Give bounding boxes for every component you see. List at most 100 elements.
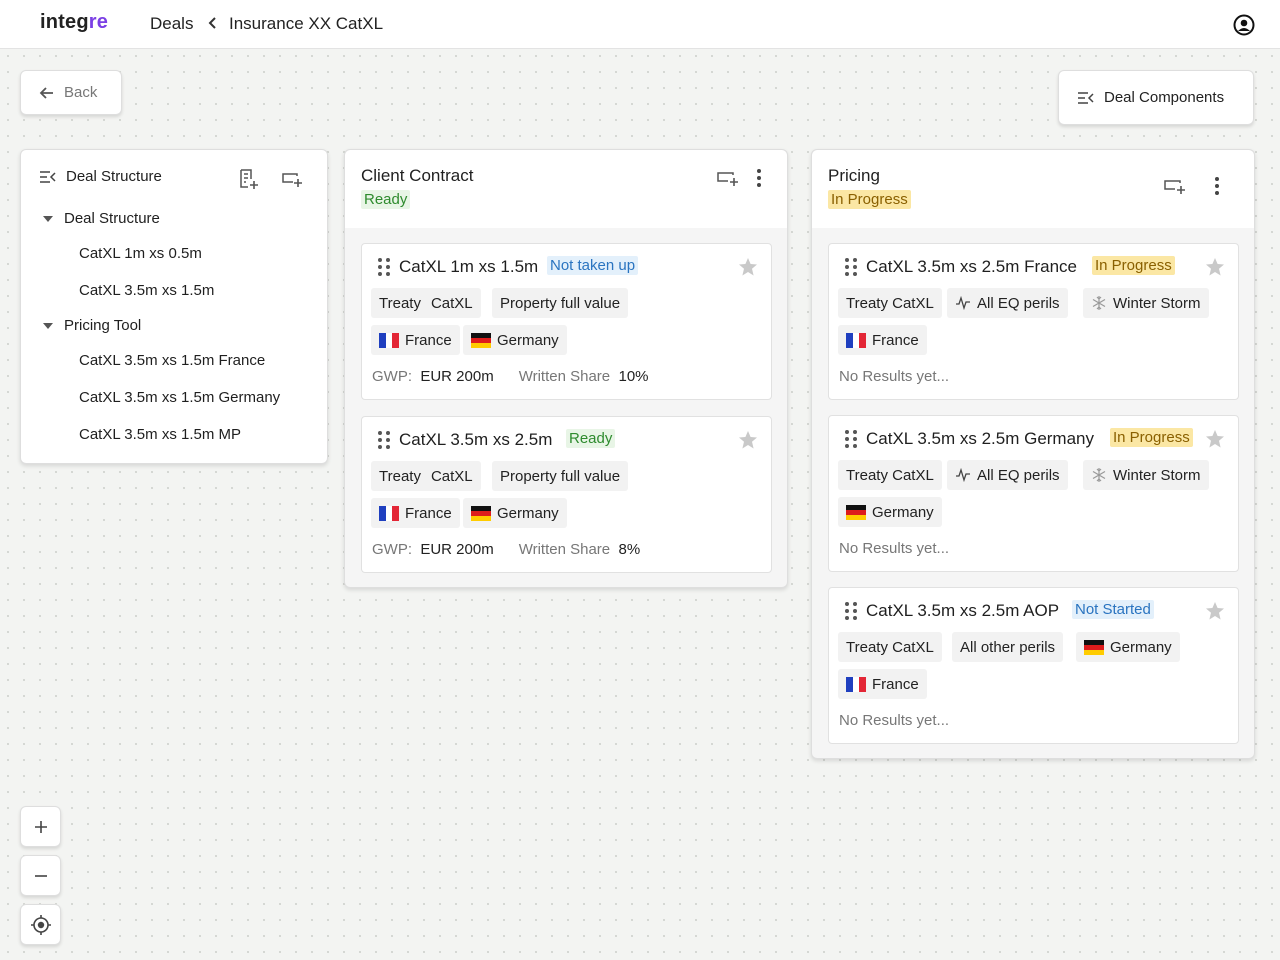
results-text: No Results yet... [839, 712, 950, 729]
zoom-out-button[interactable] [20, 855, 61, 896]
chip-contract-type: Treaty CatXL [371, 288, 481, 318]
star-icon[interactable] [738, 257, 758, 277]
germany-flag-icon [1084, 639, 1104, 655]
chip-peril: All other perils [952, 632, 1064, 662]
snowflake-icon [1092, 296, 1106, 310]
recenter-button[interactable] [20, 904, 61, 945]
top-bar: integre Deals Insurance XX CatXL [0, 0, 1280, 49]
client-contract-column: Client Contract Ready CatXL 1m xs 1.5m N… [344, 149, 788, 588]
user-icon[interactable] [1233, 14, 1255, 36]
germany-flag-icon [471, 332, 491, 348]
chip-contract-type: Treaty CatXL [838, 288, 942, 318]
germany-flag-icon [471, 505, 491, 521]
deal-components-label: Deal Components [1104, 89, 1225, 106]
status-badge: Not taken up [547, 256, 639, 275]
deal-structure-panel: Deal Structure Deal Structure CatXL 1m x… [20, 149, 328, 464]
chip-peril: All EQ perils [947, 460, 1068, 490]
more-vertical-icon[interactable] [756, 168, 762, 188]
chip-contract-type: Treaty CatXL [838, 460, 942, 490]
chip-country: Germany [838, 497, 942, 527]
card-title: CatXL 3.5m xs 2.5m Germany [866, 429, 1095, 448]
chip-contract-type: Treaty CatXL [371, 461, 481, 491]
tree-item[interactable]: CatXL 3.5m xs 1.5m Germany [79, 389, 280, 406]
tree-group-deal-structure[interactable]: Deal Structure [43, 210, 160, 227]
chevron-left-icon [208, 17, 216, 29]
pricing-column: Pricing In Progress CatXL 3.5m xs 2.5m F… [811, 149, 1255, 759]
germany-flag-icon [846, 504, 866, 520]
star-icon[interactable] [738, 430, 758, 450]
pricing-card[interactable]: CatXL 3.5m xs 2.5m Germany In Progress T… [828, 415, 1239, 572]
pricing-card[interactable]: CatXL 3.5m xs 2.5m AOP Not Started Treat… [828, 587, 1239, 744]
card-title: CatXL 3.5m xs 2.5m [399, 430, 553, 449]
tree-item[interactable]: CatXL 3.5m xs 1.5m France [79, 352, 265, 369]
status-badge: In Progress [1110, 428, 1193, 447]
plus-icon [34, 820, 47, 833]
add-column-icon[interactable] [1163, 179, 1187, 195]
drag-handle-icon[interactable] [843, 257, 859, 277]
snowflake-icon [1092, 468, 1106, 482]
activity-icon [956, 296, 970, 310]
drag-handle-icon[interactable] [376, 430, 392, 450]
card-metrics: GWP: EUR 200m Written Share 10% [372, 368, 649, 385]
france-flag-icon [379, 332, 400, 348]
results-text: No Results yet... [839, 368, 950, 385]
add-column-icon[interactable] [716, 171, 740, 187]
drag-handle-icon[interactable] [843, 601, 859, 621]
more-vertical-icon[interactable] [1214, 176, 1220, 196]
tree-item[interactable]: CatXL 3.5m xs 1.5m MP [79, 426, 241, 443]
france-flag-icon [846, 332, 867, 348]
add-file-icon[interactable] [237, 168, 259, 190]
france-flag-icon [846, 676, 867, 692]
card-title: CatXL 3.5m xs 2.5m AOP [866, 601, 1060, 620]
deal-components-button[interactable]: Deal Components [1058, 70, 1254, 125]
add-column-icon[interactable] [281, 168, 303, 190]
chip-contract-type: Treaty CatXL [838, 632, 942, 662]
tree-item[interactable]: CatXL 1m xs 0.5m [79, 245, 202, 262]
status-badge: Ready [566, 429, 616, 448]
card-title: CatXL 3.5m xs 2.5m France [866, 257, 1078, 276]
drag-handle-icon[interactable] [843, 429, 859, 449]
zoom-in-button[interactable] [20, 806, 61, 847]
tree-group-pricing-tool[interactable]: Pricing Tool [43, 317, 141, 334]
menu-collapse-icon[interactable] [39, 170, 56, 184]
pricing-card[interactable]: CatXL 3.5m xs 2.5m France In Progress Tr… [828, 243, 1239, 400]
arrow-left-icon [39, 86, 53, 99]
card-title: CatXL 1m xs 1.5m [399, 257, 539, 276]
minus-icon [34, 874, 47, 877]
star-icon[interactable] [1205, 601, 1225, 621]
column-header: Client Contract Ready [345, 150, 787, 228]
activity-icon [956, 468, 970, 482]
tree-item[interactable]: CatXL 3.5m xs 1.5m [79, 282, 214, 299]
caret-down-icon[interactable] [43, 322, 53, 329]
chip-country: France [838, 325, 927, 355]
locate-icon [30, 914, 51, 935]
logo[interactable]: integre [40, 11, 108, 34]
contract-card[interactable]: CatXL 3.5m xs 2.5m Ready Treaty CatXL Pro… [361, 416, 772, 573]
tree-header: Deal Structure [39, 168, 162, 185]
chip-country: France [371, 325, 460, 355]
card-metrics: GWP: EUR 200m Written Share 8% [372, 541, 641, 558]
back-button[interactable]: Back [20, 70, 122, 115]
breadcrumb-deals[interactable]: Deals [150, 14, 193, 34]
chip-country: Germany [463, 325, 567, 355]
breadcrumb-current: Insurance XX CatXL [229, 14, 384, 33]
chip-country: France [371, 498, 460, 528]
drag-handle-icon[interactable] [376, 257, 392, 277]
chip-country: Germany [1076, 632, 1180, 662]
menu-collapse-icon [1078, 91, 1094, 104]
chip-peril: Winter Storm [1083, 460, 1209, 490]
status-badge: Not Started [1072, 600, 1154, 619]
caret-down-icon[interactable] [43, 215, 53, 222]
chip-peril: All EQ perils [947, 288, 1068, 318]
star-icon[interactable] [1205, 257, 1225, 277]
france-flag-icon [379, 505, 400, 521]
status-badge: In Progress [828, 190, 911, 209]
tree-title: Deal Structure [66, 168, 162, 185]
contract-card[interactable]: CatXL 1m xs 1.5m Not taken up Treaty CatX… [361, 243, 772, 400]
back-label: Back [64, 84, 98, 101]
chip-basis: Property full value [492, 461, 629, 491]
star-icon[interactable] [1205, 429, 1225, 449]
chip-country: France [838, 669, 927, 699]
column-title: Client Contract [361, 166, 474, 185]
column-title: Pricing [828, 166, 880, 185]
